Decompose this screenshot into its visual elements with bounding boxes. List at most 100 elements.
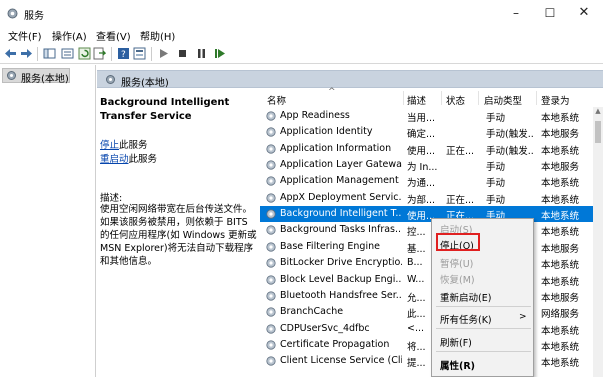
- service-row[interactable]: Bluetooth Handsfree Ser... 允... 本地服务: [260, 288, 593, 304]
- context-menu-refresh[interactable]: 刷新(F): [440, 335, 472, 349]
- forward-arrow-icon[interactable]: [20, 47, 33, 60]
- service-description: 确定...: [407, 129, 436, 141]
- service-row[interactable]: CDPUserSvc_4dfbc <... 本地系统: [260, 321, 593, 337]
- service-row[interactable]: App Readiness 当用... 手动 本地系统: [260, 108, 593, 124]
- vertical-scrollbar[interactable]: ▲: [593, 107, 603, 377]
- maximize-button[interactable]: ☐: [537, 3, 563, 23]
- service-logon-as: 本地服务: [541, 243, 580, 255]
- context-menu-all-tasks[interactable]: 所有任务(K): [440, 312, 492, 326]
- stop-service-suffix: 此服务: [119, 140, 148, 151]
- service-name: Background Intelligent T...: [280, 208, 402, 220]
- service-logon-as: 网络服务: [541, 309, 580, 321]
- service-name: Application Information: [280, 142, 392, 154]
- column-divider: [403, 91, 404, 105]
- restart-service-icon[interactable]: [213, 47, 226, 60]
- service-row[interactable]: Certificate Propagation 将... 本地系统: [260, 337, 593, 353]
- service-row[interactable]: Block Level Backup Engi... W... 本地系统: [260, 272, 593, 288]
- service-logon-as: 本地服务: [541, 162, 580, 174]
- context-menu-resume[interactable]: 恢复(M): [440, 272, 475, 286]
- menu-file[interactable]: 文件(F): [8, 28, 42, 43]
- service-name: Base Filtering Engine: [280, 240, 380, 252]
- context-menu-separator: [436, 351, 531, 352]
- context-menu: 启动(S) 停止(O) 暂停(U) 恢复(M) 重新启动(E) 所有任务(K) …: [431, 218, 534, 377]
- start-service-icon[interactable]: [157, 47, 170, 60]
- service-row[interactable]: BranchCache 此... 网络服务: [260, 304, 593, 320]
- service-row[interactable]: Client License Service (Cli... 提... 本地系统: [260, 353, 593, 369]
- column-header-description[interactable]: 描述: [407, 93, 426, 107]
- close-button[interactable]: ✕: [571, 3, 597, 23]
- restart-service-link[interactable]: 重启动: [100, 154, 129, 165]
- refresh-icon[interactable]: [78, 47, 91, 60]
- service-row[interactable]: Application Management 为通... 手动 本地系统: [260, 173, 593, 189]
- service-name: Background Tasks Infras...: [280, 224, 402, 236]
- back-arrow-icon[interactable]: [4, 47, 17, 60]
- pane-header: 服务(本地): [97, 70, 603, 89]
- service-gear-icon: [266, 176, 276, 186]
- column-header-logon-as[interactable]: 登录为: [541, 93, 570, 107]
- pane-header-label: 服务(本地): [121, 78, 169, 89]
- service-row[interactable]: AppX Deployment Servic... 为部... 正在... 手动 本地系…: [260, 190, 593, 206]
- menu-action[interactable]: 操作(A): [52, 28, 87, 43]
- service-row[interactable]: Application Layer Gatewa... 为 In... 手动 本地服务: [260, 157, 593, 173]
- minimize-button[interactable]: –: [503, 3, 529, 23]
- service-logon-as: 本地服务: [541, 292, 580, 304]
- context-menu-restart[interactable]: 重新启动(E): [440, 290, 491, 304]
- stop-service-link[interactable]: 停止: [100, 140, 119, 151]
- service-logon-as: 本地系统: [541, 276, 580, 288]
- tree-item-services-local[interactable]: 服务(本地): [2, 68, 70, 85]
- tree-item-label: 服务(本地): [21, 74, 69, 85]
- service-startup-type: 手动: [486, 113, 506, 124]
- scroll-up-arrow-icon[interactable]: ▲: [593, 107, 603, 117]
- menu-help[interactable]: 帮助(H): [140, 28, 175, 43]
- service-logon-as: 本地系统: [541, 178, 580, 190]
- service-logon-as: 本地系统: [541, 145, 580, 157]
- column-header-name[interactable]: 名称: [267, 93, 286, 107]
- service-name: BitLocker Drive Encryptio...: [280, 257, 402, 269]
- column-header-status[interactable]: 状态: [446, 93, 465, 107]
- service-row[interactable]: Background Tasks Infras... 控... 本地系统: [260, 222, 593, 238]
- svg-text:?: ?: [121, 50, 126, 60]
- service-logon-as: 本地系统: [541, 260, 580, 272]
- service-gear-icon: [266, 193, 276, 203]
- console-tree-icon[interactable]: [43, 47, 56, 60]
- service-name: Certificate Propagation: [280, 338, 390, 350]
- context-menu-pause[interactable]: 暂停(U): [440, 256, 473, 270]
- context-menu-separator: [436, 328, 531, 329]
- service-row[interactable]: Base Filtering Engine 基... 本地服务: [260, 239, 593, 255]
- service-gear-icon: [266, 258, 276, 268]
- service-gear-icon: [266, 127, 276, 137]
- description-text: 使用空闲网络带宽在后台传送文件。如果该服务被禁用，则依赖于 BITS 的任何应用…: [100, 204, 257, 267]
- service-gear-icon: [266, 242, 276, 252]
- service-gear-icon: [266, 291, 276, 301]
- services-gear-icon: [7, 8, 18, 19]
- service-logon-as: 本地系统: [541, 113, 580, 124]
- list-view-icon[interactable]: [61, 47, 74, 60]
- service-startup-type: 手动: [486, 162, 506, 174]
- title-bar: 服务 – ☐ ✕: [0, 0, 603, 27]
- service-logon-as: 本地系统: [541, 341, 580, 353]
- service-gear-icon: [266, 340, 276, 350]
- stop-service-icon[interactable]: [176, 47, 189, 60]
- service-row[interactable]: Application Information 使用... 正在... 手动(触发..…: [260, 141, 593, 157]
- pause-service-icon[interactable]: [195, 47, 208, 60]
- properties-icon[interactable]: [133, 47, 146, 60]
- service-description: 为 In...: [407, 162, 438, 174]
- menu-view[interactable]: 查看(V): [96, 28, 131, 43]
- service-gear-icon: [266, 274, 276, 285]
- column-divider: [536, 91, 537, 105]
- service-status: 正在...: [446, 194, 474, 206]
- service-row[interactable]: BitLocker Drive Encryptio... B... 本地系统: [260, 255, 593, 271]
- service-row[interactable]: Background Intelligent T... 使用... 正在... 手动本…: [260, 206, 593, 223]
- column-header-startup-type[interactable]: 启动类型: [484, 93, 522, 107]
- service-name: Application Layer Gatewa...: [280, 159, 402, 171]
- service-description: 当用...: [407, 113, 436, 124]
- service-name: App Readiness: [280, 110, 350, 121]
- context-menu-properties[interactable]: 属性(R): [440, 358, 475, 372]
- service-row[interactable]: Application Identity 确定... 手动(触发... 本地服务: [260, 124, 593, 140]
- export-list-icon[interactable]: [93, 47, 106, 60]
- scrollbar-thumb[interactable]: [595, 121, 601, 143]
- help-icon[interactable]: ?: [117, 47, 130, 60]
- sort-indicator-icon: ^: [328, 87, 336, 97]
- window-title: 服务: [24, 11, 44, 22]
- toolbar-divider: [111, 47, 112, 61]
